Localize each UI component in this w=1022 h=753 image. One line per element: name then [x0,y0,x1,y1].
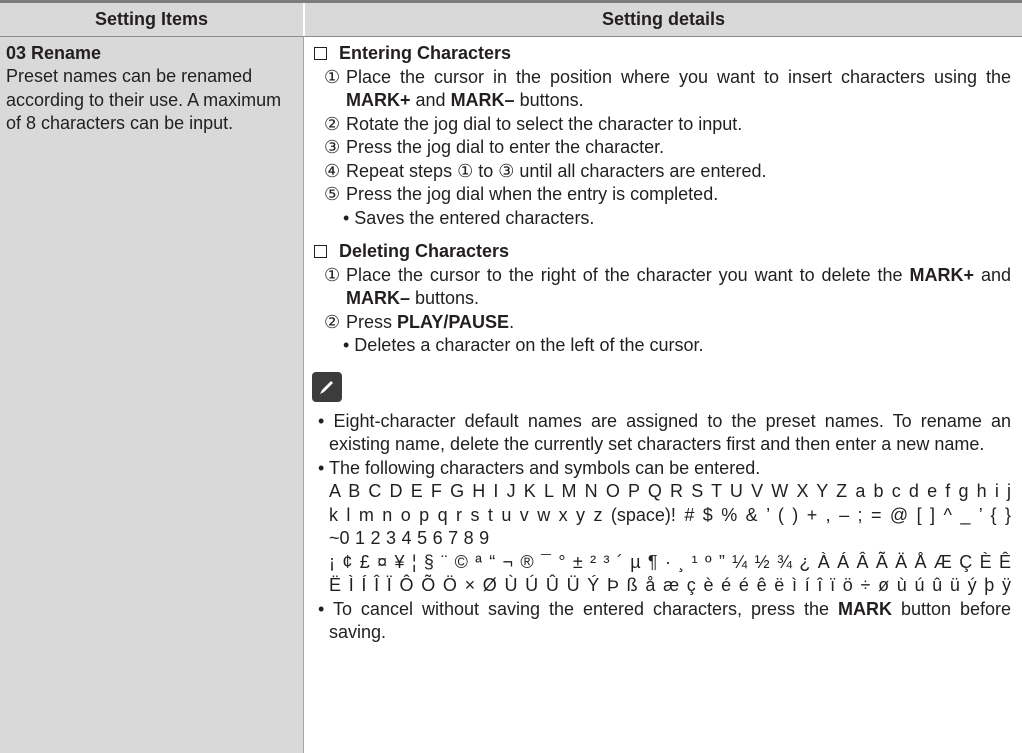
pencil-icon [312,371,342,402]
entering-step-5: ⑤ Press the jog dial when the entry is co… [324,184,719,204]
column-header-setting-details: Setting details [305,3,1022,36]
entering-step-1: ① Place the cursor in the position where … [324,66,1011,111]
checkbox-square-icon [314,47,327,61]
item-description: Preset names can be renamed according to… [6,66,282,133]
character-list-line-1: A B C D E F G H I J K L M N O P Q R S T … [329,481,1011,501]
deleting-step-2: ② Press PLAY/PAUSE. [324,311,515,332]
character-list-line-4: ¡ ¢ £ ¤ ¥ ¦ § ¨ © ª “ ¬ ® ¯ ° ± ² ³ ´ µ … [329,551,1011,572]
setting-details: Entering Characters ① Place the cursor in… [311,42,1011,645]
column-header-setting-items: Setting Items [0,3,303,36]
character-list-line-2: k l m n o p q r s t u v w x y z (space)!… [329,504,1011,525]
setting-items-column [0,37,303,753]
entering-bullet: • Saves the entered characters. [343,207,595,228]
item-title: 03 Rename [6,43,102,63]
note-characters-intro: • The following characters and symbols c… [318,457,761,478]
note-default-names: • Eight-character default names are assi… [318,410,1011,455]
entering-step-3: ③ Press the jog dial to enter the charact… [324,137,665,157]
entering-section-title: Entering Characters [311,42,1011,66]
checkbox-square-icon [314,245,327,259]
entering-step-4: ④ Repeat steps ① to ③ until all character… [324,160,767,181]
note-cancel: • To cancel without saving the entered c… [318,598,1011,643]
character-list-line-3: ~0 1 2 3 4 5 6 7 8 9 [329,528,490,548]
column-divider [303,37,304,753]
deleting-step-1: ① Place the cursor to the right of the ch… [324,264,1011,309]
character-list-line-5: Ë Ì Í Î Ï Ô Õ Ö × Ø Ù Ú Û Ü Ý Þ ß å æ ç … [329,575,1011,595]
entering-step-2: ② Rotate the jog dial to select the chara… [324,113,743,134]
deleting-bullet: • Deletes a character on the left of the… [343,335,704,355]
deleting-section-title: Deleting Characters [311,240,1011,264]
